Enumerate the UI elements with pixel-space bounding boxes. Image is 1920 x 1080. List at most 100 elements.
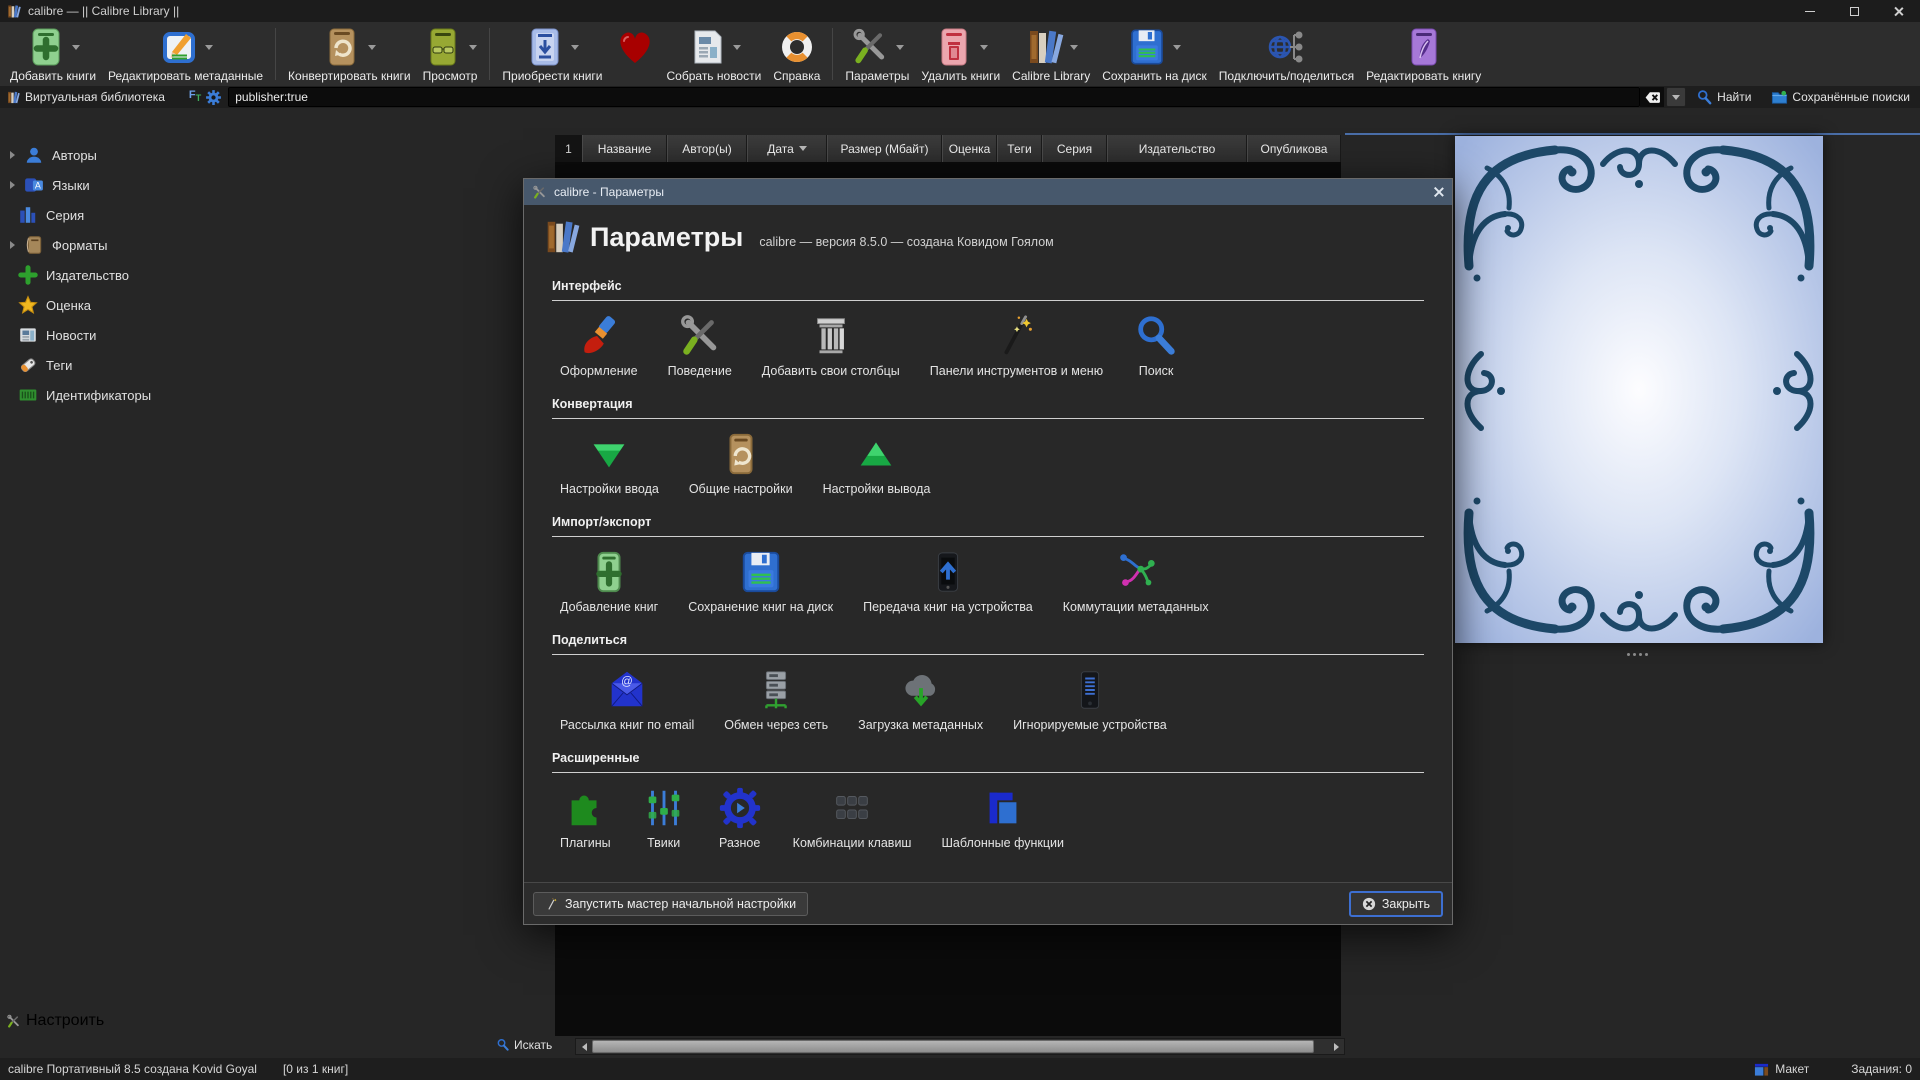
minimize-button[interactable] — [1788, 0, 1832, 22]
pref-content-server[interactable]: Обмен через сеть — [716, 665, 836, 734]
sidebar-item-languages[interactable]: A Языки — [0, 170, 555, 200]
scroll-left-button[interactable] — [576, 1039, 592, 1054]
clear-search-button[interactable] — [1640, 87, 1664, 107]
connect-share-icon — [1266, 27, 1306, 67]
save-to-disk-button[interactable]: Сохранить на диск — [1096, 26, 1213, 83]
dropdown-arrow-icon[interactable] — [896, 45, 904, 50]
add-books-button[interactable]: Добавить книги — [4, 26, 102, 83]
sidebar-item-publisher[interactable]: Издательство — [0, 260, 555, 290]
sidebar-item-series[interactable]: Серия — [0, 200, 555, 230]
dropdown-arrow-icon[interactable] — [72, 45, 80, 50]
column-header-publisher[interactable]: Издательство — [1107, 135, 1247, 162]
sidebar-item-identifiers[interactable]: Идентификаторы — [0, 380, 555, 410]
search-input[interactable] — [228, 87, 1640, 107]
pref-output-options[interactable]: Настройки вывода — [815, 429, 939, 498]
pref-adding-books[interactable]: Добавление книг — [552, 547, 666, 616]
get-books-button[interactable]: Приобрести книги — [496, 26, 608, 83]
pref-keyboard-shortcuts[interactable]: Комбинации клавиш — [785, 783, 920, 852]
sidebar-item-authors[interactable]: Авторы — [0, 140, 555, 170]
full-text-search-icon[interactable]: FT — [189, 90, 201, 103]
pref-sending-books[interactable]: Передача книг на устройства — [855, 547, 1041, 616]
remove-books-button[interactable]: Удалить книги — [915, 26, 1006, 83]
adding-books-icon — [586, 549, 632, 595]
library-button[interactable]: Calibre Library — [1006, 26, 1096, 83]
pref-template-functions[interactable]: Шаблонные функции — [933, 783, 1072, 852]
languages-icon: A — [24, 175, 44, 195]
pref-email-sharing[interactable]: @ Рассылка книг по email — [552, 665, 702, 734]
saved-searches-button[interactable]: Сохранённые поиски — [1761, 89, 1920, 106]
view-button[interactable]: Просмотр — [417, 26, 484, 83]
expand-arrow-icon[interactable] — [6, 181, 18, 189]
pref-look-and-feel[interactable]: Оформление — [552, 311, 646, 380]
dropdown-arrow-icon[interactable] — [571, 45, 579, 50]
fetch-news-button[interactable]: Собрать новости — [661, 26, 768, 83]
pref-add-columns[interactable]: Добавить свои столбцы — [754, 311, 908, 380]
dialog-titlebar[interactable]: calibre - Параметры — [524, 179, 1452, 205]
book-cover[interactable] — [1455, 136, 1823, 643]
rating-star-icon — [18, 295, 38, 315]
close-dialog-button[interactable]: Закрыть — [1349, 891, 1443, 917]
dropdown-arrow-icon[interactable] — [469, 45, 477, 50]
sidebar-item-news[interactable]: Новости — [0, 320, 555, 350]
status-version-text: calibre Портативный 8.5 создана Kovid Go… — [8, 1062, 257, 1076]
pref-ignored-devices[interactable]: Игнорируемые устройства — [1005, 665, 1175, 734]
column-header-date[interactable]: Дата — [747, 135, 827, 162]
dropdown-arrow-icon[interactable] — [980, 45, 988, 50]
dropdown-arrow-icon[interactable] — [368, 45, 376, 50]
pref-plugins[interactable]: Плагины — [552, 783, 619, 852]
maximize-button[interactable] — [1832, 0, 1876, 22]
sidebar-item-tags[interactable]: Теги — [0, 350, 555, 380]
edit-metadata-button[interactable]: Редактировать метаданные — [102, 26, 269, 83]
virtual-library-button[interactable]: Виртуальная библиотека — [0, 86, 175, 108]
section-divider — [552, 654, 1424, 655]
pref-input-options[interactable]: Настройки ввода — [552, 429, 667, 498]
dropdown-arrow-icon[interactable] — [733, 45, 741, 50]
section-divider — [552, 300, 1424, 301]
scroll-right-button[interactable] — [1328, 1039, 1344, 1054]
pref-toolbars-menus[interactable]: Панели инструментов и меню — [922, 311, 1111, 380]
column-header-tags[interactable]: Теги — [997, 135, 1042, 162]
configure-button[interactable]: Настроить — [6, 1012, 104, 1030]
pref-common-options[interactable]: Общие настройки — [681, 429, 801, 498]
expand-arrow-icon[interactable] — [6, 241, 18, 249]
pref-metadata-download[interactable]: Загрузка метаданных — [850, 665, 991, 734]
column-header-size[interactable]: Размер (Мбайт) — [827, 135, 942, 162]
expand-arrow-icon[interactable] — [6, 151, 18, 159]
column-header-rating[interactable]: Оценка — [942, 135, 997, 162]
find-button[interactable]: Найти — [1686, 89, 1761, 106]
horizontal-scrollbar[interactable] — [575, 1038, 1345, 1055]
layout-button[interactable]: Макет — [1754, 1062, 1809, 1077]
search-options-gear-icon[interactable] — [205, 89, 222, 106]
dropdown-arrow-icon[interactable] — [1173, 45, 1181, 50]
pref-saving-books[interactable]: Сохранение книг на диск — [680, 547, 841, 616]
pref-search[interactable]: Поиск — [1125, 311, 1187, 380]
edit-book-button[interactable]: Редактировать книгу — [1360, 26, 1487, 83]
run-wizard-button[interactable]: Запустить мастер начальной настройки — [533, 892, 808, 916]
column-header-published[interactable]: Опубликова — [1247, 135, 1341, 162]
column-header-title[interactable]: Название — [582, 135, 667, 162]
dialog-close-icon[interactable] — [1432, 186, 1444, 198]
close-button[interactable] — [1876, 0, 1920, 22]
column-header-series[interactable]: Серия — [1042, 135, 1107, 162]
svg-text:A: A — [35, 181, 41, 191]
connect-share-button[interactable]: Подключить/поделиться — [1213, 26, 1360, 83]
jobs-counter[interactable]: Задания: 0 — [1851, 1062, 1912, 1076]
grid-search-button[interactable]: Искать — [496, 1038, 552, 1052]
pref-miscellaneous[interactable]: Разное — [709, 783, 771, 852]
preferences-button[interactable]: Параметры — [839, 26, 915, 83]
convert-books-button[interactable]: Конвертировать книги — [282, 26, 417, 83]
pref-metadata-plugboard[interactable]: Коммутации метаданных — [1055, 547, 1217, 616]
dropdown-arrow-icon[interactable] — [205, 45, 213, 50]
pref-behavior[interactable]: Поведение — [660, 311, 740, 380]
sidebar-item-formats[interactable]: Форматы — [0, 230, 555, 260]
dropdown-arrow-icon[interactable] — [1070, 45, 1078, 50]
pref-tweaks[interactable]: Твики — [633, 783, 695, 852]
donate-button[interactable] — [609, 26, 661, 68]
preferences-dialog: calibre - Параметры Параметры calibre — … — [523, 178, 1453, 925]
scrollbar-handle[interactable] — [592, 1040, 1314, 1053]
sidebar-item-label: Теги — [46, 358, 72, 373]
help-button[interactable]: Справка — [767, 26, 826, 83]
column-header-authors[interactable]: Автор(ы) — [667, 135, 747, 162]
search-history-dropdown[interactable] — [1666, 87, 1686, 107]
sidebar-item-rating[interactable]: Оценка — [0, 290, 555, 320]
